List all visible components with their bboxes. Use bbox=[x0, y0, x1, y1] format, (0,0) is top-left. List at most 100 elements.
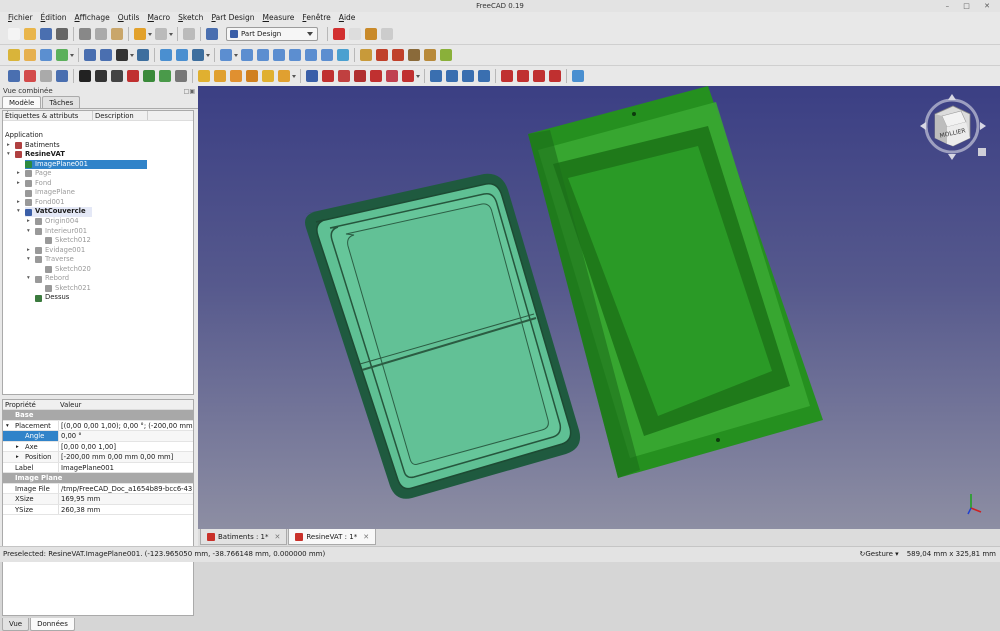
property-row[interactable]: XSize 169,95 mm bbox=[3, 494, 193, 505]
tab-tasks[interactable]: Tâches bbox=[42, 96, 81, 108]
measure-angular-icon[interactable] bbox=[376, 49, 388, 61]
expand-arrow-icon[interactable]: ▸ bbox=[16, 442, 19, 452]
additive-primitive-icon[interactable] bbox=[278, 70, 290, 82]
tree-item-sketch012[interactable]: Sketch012 bbox=[45, 236, 91, 246]
fit-selection-icon[interactable] bbox=[100, 49, 112, 61]
tab-data[interactable]: Données bbox=[30, 618, 75, 631]
expand-arrow-icon[interactable]: ▸ bbox=[7, 141, 13, 151]
property-value[interactable]: [(0,00 0,00 1,00); 0,00 °; (-200,00 mm … bbox=[58, 420, 193, 430]
property-row[interactable]: Label ImagePlane001 bbox=[3, 462, 193, 473]
view-right-icon[interactable] bbox=[273, 49, 285, 61]
dropdown-arrow-icon[interactable] bbox=[130, 49, 135, 61]
property-row[interactable]: ▸ Position [-200,00 mm 0,00 mm 0,00 mm] bbox=[3, 452, 193, 463]
3d-view[interactable]: MOLLIER bbox=[198, 86, 1000, 529]
property-value[interactable]: 169,95 mm bbox=[58, 494, 193, 504]
forward-nav-icon[interactable] bbox=[176, 49, 188, 61]
multitransform-icon[interactable] bbox=[478, 70, 490, 82]
measure-icon[interactable] bbox=[337, 49, 349, 61]
dropdown-arrow-icon[interactable] bbox=[234, 49, 239, 61]
collapse-arrow-icon[interactable]: ▾ bbox=[27, 227, 33, 237]
tree-item-origin004[interactable]: Origin004 bbox=[35, 217, 79, 227]
back-nav-icon[interactable] bbox=[160, 49, 172, 61]
property-row[interactable]: Angle 0,00 ° bbox=[3, 431, 193, 442]
revolution-icon[interactable] bbox=[214, 70, 226, 82]
dropdown-arrow-icon[interactable] bbox=[292, 70, 297, 82]
tree-item-imageplane001[interactable]: ImagePlane001 bbox=[25, 159, 147, 170]
new-document-icon[interactable] bbox=[8, 28, 20, 40]
chamfer-icon[interactable] bbox=[517, 70, 529, 82]
expand-arrow-icon[interactable]: ▸ bbox=[27, 217, 33, 227]
thickness-icon[interactable] bbox=[549, 70, 561, 82]
model-tree[interactable]: Étiquettes & attributs Description Appli… bbox=[2, 110, 194, 395]
pocket-icon[interactable] bbox=[306, 70, 318, 82]
whats-this-icon[interactable] bbox=[206, 28, 218, 40]
macros-icon[interactable] bbox=[365, 28, 377, 40]
expand-arrow-icon[interactable]: ▸ bbox=[27, 246, 33, 256]
tree-header-description[interactable]: Description bbox=[93, 111, 148, 120]
link-icon[interactable] bbox=[40, 49, 52, 61]
property-row[interactable]: ▾ Placement [(0,00 0,00 1,00); 0,00 °; (-2… bbox=[3, 420, 193, 431]
document-tab[interactable]: Batiments : 1* ✕ bbox=[200, 529, 288, 545]
undo-icon[interactable] bbox=[134, 28, 146, 40]
bounding-box-icon[interactable] bbox=[137, 49, 149, 61]
window-controls[interactable]: – □ ✕ bbox=[946, 0, 996, 12]
validate-sketch-icon[interactable] bbox=[40, 70, 52, 82]
workbench-selector[interactable]: Part Design bbox=[226, 27, 318, 41]
property-value[interactable]: ImagePlane001 bbox=[58, 462, 193, 472]
expand-arrow-icon[interactable]: ▸ bbox=[17, 198, 23, 208]
tree-item-batiments[interactable]: Batiments bbox=[15, 141, 60, 151]
collapse-arrow-icon[interactable]: ▾ bbox=[7, 150, 13, 160]
property-value[interactable]: [0,00 0,00 1,00] bbox=[58, 441, 193, 451]
tree-item-vatcouvercle[interactable]: VatCouvercle bbox=[25, 207, 92, 217]
body-icon[interactable] bbox=[8, 70, 20, 82]
copy-icon[interactable] bbox=[95, 28, 107, 40]
subtractive-primitive-icon[interactable] bbox=[402, 70, 414, 82]
pad-icon[interactable] bbox=[198, 70, 210, 82]
dropdown-arrow-icon[interactable] bbox=[169, 28, 174, 40]
tree-item-sketch020[interactable]: Sketch020 bbox=[45, 265, 91, 275]
dropdown-arrow-icon[interactable] bbox=[206, 49, 211, 61]
measure-refresh-icon[interactable] bbox=[392, 49, 404, 61]
paste-icon[interactable] bbox=[111, 28, 123, 40]
dropdown-arrow-icon[interactable] bbox=[70, 49, 75, 61]
menu-5[interactable]: Sketch bbox=[174, 12, 207, 24]
close-icon[interactable]: ✕ bbox=[363, 533, 369, 541]
menu-9[interactable]: Aide bbox=[335, 12, 360, 24]
mirrored-icon[interactable] bbox=[430, 70, 442, 82]
save-icon[interactable] bbox=[40, 28, 52, 40]
record-macro-icon[interactable] bbox=[333, 28, 345, 40]
cut-icon[interactable] bbox=[79, 28, 91, 40]
sync-view-icon[interactable] bbox=[192, 49, 204, 61]
loft-icon[interactable] bbox=[230, 70, 242, 82]
close-icon[interactable]: ✕ bbox=[275, 533, 281, 541]
refresh-icon[interactable] bbox=[183, 28, 195, 40]
tree-item-interieur001[interactable]: Interieur001 bbox=[35, 227, 87, 237]
view-left-icon[interactable] bbox=[321, 49, 333, 61]
collapse-arrow-icon[interactable]: ▾ bbox=[27, 274, 33, 284]
measure-toggle-icon[interactable] bbox=[408, 49, 420, 61]
property-value[interactable]: /tmp/FreeCAD_Doc_a1654b89-bcc6-43… bbox=[58, 483, 193, 493]
tree-item-page[interactable]: Page bbox=[25, 169, 51, 179]
link-actions-icon[interactable] bbox=[56, 49, 68, 61]
sub-pipe-icon[interactable] bbox=[370, 70, 382, 82]
navigation-cube[interactable]: MOLLIER bbox=[918, 92, 992, 166]
tree-item-dessus[interactable]: Dessus bbox=[35, 293, 69, 303]
clone-icon[interactable] bbox=[175, 70, 187, 82]
view-top-icon[interactable] bbox=[257, 49, 269, 61]
view-isometric-icon[interactable] bbox=[220, 49, 232, 61]
menu-6[interactable]: Part Design bbox=[207, 12, 258, 24]
groove-icon[interactable] bbox=[338, 70, 350, 82]
run-macro-icon[interactable] bbox=[381, 28, 393, 40]
property-row[interactable]: ▸ Axe [0,00 0,00 1,00] bbox=[3, 441, 193, 452]
fillet-icon[interactable] bbox=[501, 70, 513, 82]
polar-pattern-icon[interactable] bbox=[462, 70, 474, 82]
menu-2[interactable]: Affichage bbox=[71, 12, 114, 24]
expand-arrow-icon[interactable]: ▸ bbox=[17, 169, 23, 179]
draft-icon[interactable] bbox=[533, 70, 545, 82]
redo-icon[interactable] bbox=[155, 28, 167, 40]
folder-icon[interactable] bbox=[24, 49, 36, 61]
stop-macro-icon[interactable] bbox=[349, 28, 361, 40]
print-icon[interactable] bbox=[56, 28, 68, 40]
property-value[interactable]: 260,38 mm bbox=[58, 504, 193, 514]
lcs-icon[interactable] bbox=[127, 70, 139, 82]
